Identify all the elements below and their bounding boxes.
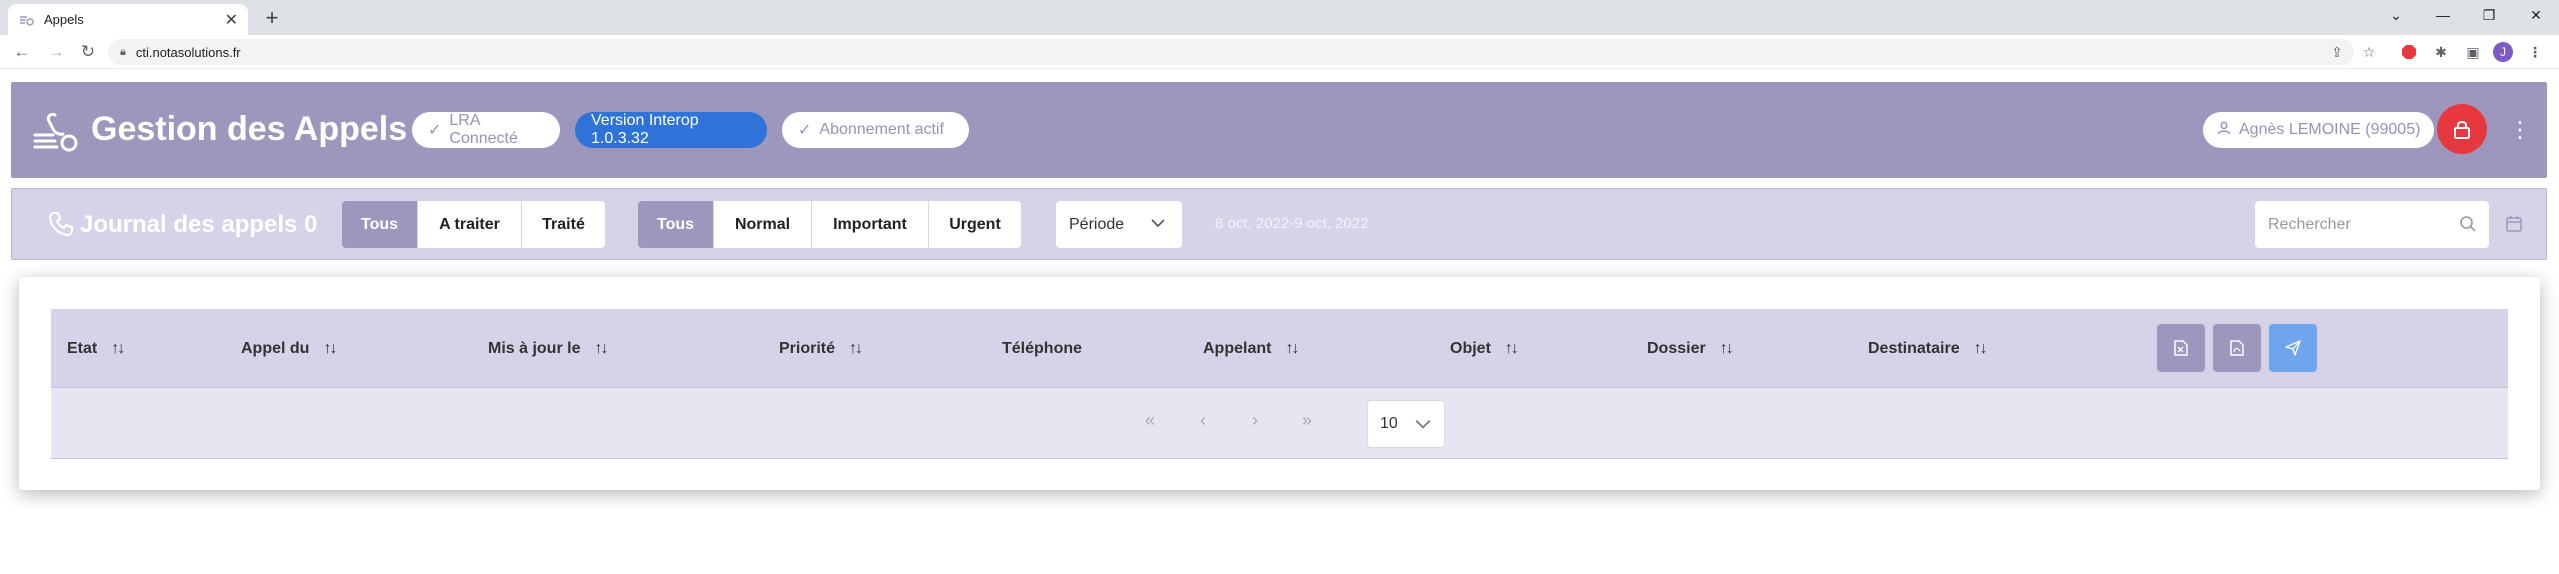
search-input[interactable] [2268,215,2448,234]
column-header-dossier[interactable]: Dossier ↑↓ [1647,340,1734,358]
chevron-down-icon [1151,219,1165,228]
search-field[interactable] [2255,201,2489,248]
sort-icon[interactable]: ↑↓ [323,340,337,358]
column-header-mis-a-jour[interactable]: Mis à jour le ↑↓ [488,340,608,358]
sort-icon[interactable]: ↑↓ [1285,340,1299,358]
sort-icon[interactable]: ↑↓ [1974,340,1988,358]
search-icon[interactable] [2459,215,2477,233]
next-page-button[interactable]: › [1242,410,1268,431]
adblock-extension-icon[interactable] [2398,41,2420,63]
close-window-button[interactable]: ✕ [2513,0,2559,30]
column-header-appelant[interactable]: Appelant ↑↓ [1203,340,1299,358]
priority-filter-all[interactable]: Tous [638,201,714,248]
tab-search-icon[interactable]: ⌄ [2373,0,2419,30]
table-pagination: « ‹ › » 10 [51,388,2508,459]
side-panel-icon[interactable]: ▣ [2462,41,2484,63]
extensions-icon[interactable]: ✱ [2430,41,2452,63]
version-badge: Version Interop 1.0.3.32 [575,112,767,148]
app-logo-icon [33,113,78,152]
period-select[interactable]: Période [1056,201,1182,248]
minimize-button[interactable]: — [2420,0,2466,30]
chevron-down-icon [1415,420,1431,429]
column-header-etat[interactable]: Etat ↑↓ [67,340,125,358]
address-bar[interactable]: 🔒︎ cti.notasolutions.fr [108,39,2354,65]
export-pdf-button[interactable] [2213,324,2261,372]
user-name: Agnès LEMOINE (99005) [2239,121,2421,138]
sort-icon[interactable]: ↑↓ [111,340,125,358]
url-text: cti.notasolutions.fr [135,44,241,60]
sort-icon[interactable]: ↑↓ [849,340,863,358]
restore-button[interactable]: ❐ [2466,0,2512,30]
tab-favicon-icon [18,12,34,28]
secure-lock-icon: 🔒︎ [120,45,126,58]
back-icon[interactable]: ← [10,40,34,64]
check-icon: ✓ [428,122,442,139]
status-filter-group: Tous A traiter Traité [342,201,605,248]
new-tab-button[interactable]: + [258,4,286,32]
status-filter-processed[interactable]: Traité [522,201,605,248]
subscription-status-badge: ✓ Abonnement actif [782,112,969,148]
priority-filter-urgent[interactable]: Urgent [929,201,1021,248]
file-excel-icon [2174,340,2188,356]
browser-tabstrip: Appels ✕ + ⌄ — ❐ ✕ [0,0,2559,35]
user-icon [2217,121,2231,140]
priority-filter-important[interactable]: Important [812,201,929,248]
phone-icon [48,212,73,237]
user-menu-button[interactable]: Agnès LEMOINE (99005) [2203,112,2434,148]
journal-toolbar: Journal des appels 0 Tous A traiter Trai… [11,188,2547,260]
send-icon [2285,340,2301,356]
export-excel-button[interactable] [2157,324,2205,372]
sort-icon[interactable]: ↑↓ [1505,340,1519,358]
priority-filter-normal[interactable]: Normal [714,201,812,248]
status-filter-to-process[interactable]: A traiter [418,201,522,248]
journal-title: Journal des appels 0 [80,211,318,238]
calls-table-card: Etat ↑↓ Appel du ↑↓ Mis à jour le ↑↓ Priori… [19,277,2540,490]
first-page-button[interactable]: « [1137,410,1163,431]
last-page-button[interactable]: » [1294,410,1320,431]
calendar-icon[interactable] [2505,215,2523,233]
lock-icon [2454,121,2470,139]
column-header-telephone: Téléphone [1002,340,1083,357]
status-filter-all[interactable]: Tous [342,201,418,248]
forward-icon[interactable]: → [44,40,68,64]
check-icon: ✓ [798,122,812,139]
browser-toolbar: ← → ↻ 🔒︎ cti.notasolutions.fr ⇪ ☆ ✱ ▣ J … [0,35,2559,69]
more-options-icon[interactable]: ⋮ [2509,112,2531,148]
column-header-appel-du[interactable]: Appel du ↑↓ [241,340,337,358]
browser-tab[interactable]: Appels ✕ [8,4,248,35]
priority-filter-group: Tous Normal Important Urgent [638,201,1021,248]
column-header-objet[interactable]: Objet ↑↓ [1450,340,1519,358]
tab-close-icon[interactable]: ✕ [225,10,238,30]
column-header-destinataire[interactable]: Destinataire ↑↓ [1868,340,1988,358]
rows-per-page-select[interactable]: 10 [1367,400,1445,448]
send-button[interactable] [2269,324,2317,372]
app-header: Gestion des Appels ✓ LRA Connecté Versio… [11,82,2547,178]
share-icon[interactable]: ⇪ [2326,41,2348,63]
tab-title: Appels [44,12,84,27]
column-header-priorite[interactable]: Priorité ↑↓ [779,340,863,358]
sort-icon[interactable]: ↑↓ [1720,340,1734,358]
table-header: Etat ↑↓ Appel du ↑↓ Mis à jour le ↑↓ Priori… [51,309,2508,388]
browser-menu-icon[interactable]: ⋮ [2524,41,2546,63]
lra-status-badge: ✓ LRA Connecté [412,112,560,148]
page-title: Gestion des Appels [91,110,408,148]
reload-icon[interactable]: ↻ [76,40,100,64]
previous-page-button[interactable]: ‹ [1190,410,1216,431]
bookmark-star-icon[interactable]: ☆ [2358,41,2380,63]
file-pdf-icon [2230,340,2244,356]
lock-button[interactable] [2437,104,2487,154]
date-range-text: 8 oct. 2022-9 oct. 2022 [1215,215,1369,232]
sort-icon[interactable]: ↑↓ [594,340,608,358]
profile-avatar[interactable]: J [2492,41,2514,63]
